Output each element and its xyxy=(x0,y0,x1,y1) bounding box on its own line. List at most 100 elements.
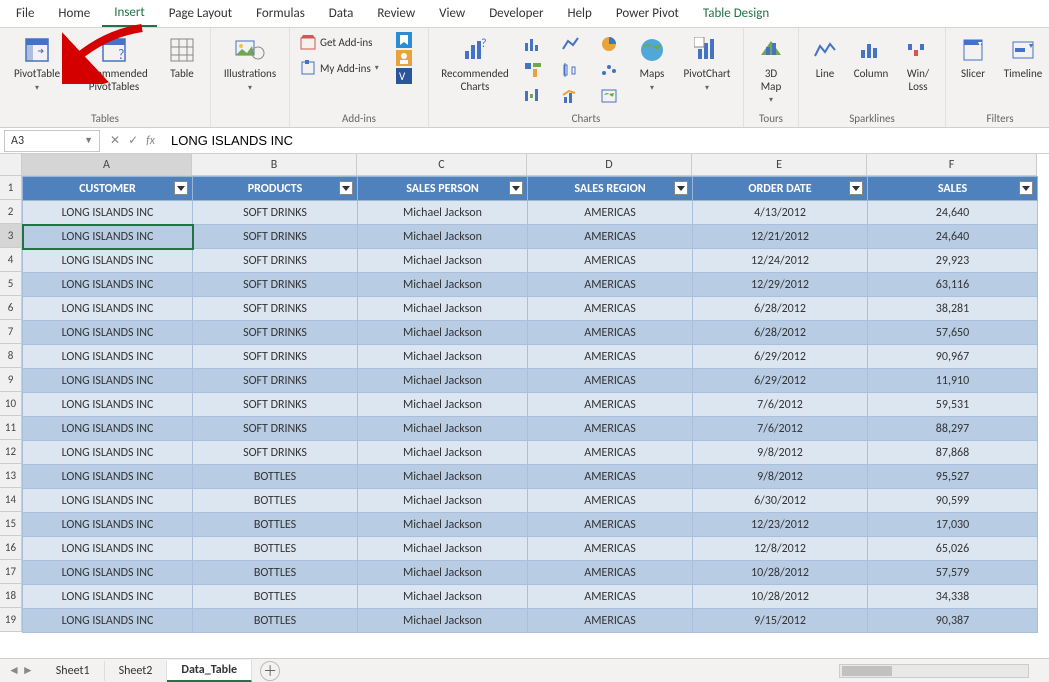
combo-chart-icon[interactable] xyxy=(557,84,585,108)
cell[interactable]: Michael Jackson xyxy=(358,369,528,393)
cell[interactable]: 95,527 xyxy=(868,465,1038,489)
cell[interactable]: Michael Jackson xyxy=(358,417,528,441)
cell[interactable]: LONG ISLANDS INC xyxy=(23,417,193,441)
name-box[interactable]: A3 ▼ xyxy=(4,130,100,152)
cell[interactable]: 12/24/2012 xyxy=(693,249,868,273)
pivotchart-button[interactable]: PivotChart ▾ xyxy=(677,32,737,93)
cell[interactable]: SOFT DRINKS xyxy=(193,345,358,369)
row-header[interactable]: 16 xyxy=(0,536,22,560)
tab-home[interactable]: Home xyxy=(46,1,102,26)
cell[interactable]: 10/28/2012 xyxy=(693,585,868,609)
column-header-F[interactable]: F xyxy=(867,154,1037,176)
cell[interactable]: 38,281 xyxy=(868,297,1038,321)
cell[interactable]: Michael Jackson xyxy=(358,537,528,561)
filter-dropdown-icon[interactable] xyxy=(339,181,353,195)
cell[interactable]: Michael Jackson xyxy=(358,225,528,249)
scrollbar-thumb[interactable] xyxy=(842,666,892,676)
cell[interactable]: Michael Jackson xyxy=(358,321,528,345)
cell[interactable]: 11,910 xyxy=(868,369,1038,393)
cell[interactable]: AMERICAS xyxy=(528,417,693,441)
cell[interactable]: LONG ISLANDS INC xyxy=(23,585,193,609)
cell[interactable]: Michael Jackson xyxy=(358,489,528,513)
row-header[interactable]: 10 xyxy=(0,392,22,416)
cell[interactable]: LONG ISLANDS INC xyxy=(23,201,193,225)
cell[interactable]: 6/28/2012 xyxy=(693,321,868,345)
sheet-nav-prev-icon[interactable]: ◄ xyxy=(8,663,20,678)
table-header[interactable]: CUSTOMER xyxy=(23,177,193,201)
tab-developer[interactable]: Developer xyxy=(477,1,555,26)
cell[interactable]: SOFT DRINKS xyxy=(193,441,358,465)
people-graph-icon[interactable] xyxy=(396,50,412,66)
cell[interactable]: LONG ISLANDS INC xyxy=(23,369,193,393)
cell[interactable]: SOFT DRINKS xyxy=(193,369,358,393)
row-header[interactable]: 12 xyxy=(0,440,22,464)
cell[interactable]: 10/28/2012 xyxy=(693,561,868,585)
column-header-B[interactable]: B xyxy=(192,154,357,176)
cell[interactable]: 9/8/2012 xyxy=(693,465,868,489)
cell[interactable]: Michael Jackson xyxy=(358,297,528,321)
cell[interactable]: LONG ISLANDS INC xyxy=(23,609,193,633)
row-header[interactable]: 18 xyxy=(0,584,22,608)
cell[interactable]: 4/13/2012 xyxy=(693,201,868,225)
row-header[interactable]: 7 xyxy=(0,320,22,344)
cell[interactable]: 63,116 xyxy=(868,273,1038,297)
row-header[interactable]: 15 xyxy=(0,512,22,536)
column-header-A[interactable]: A xyxy=(22,154,192,176)
cell[interactable]: LONG ISLANDS INC xyxy=(23,537,193,561)
pie-chart-icon[interactable] xyxy=(595,32,623,56)
cell[interactable]: 6/30/2012 xyxy=(693,489,868,513)
select-all-triangle[interactable] xyxy=(0,154,22,176)
cell[interactable]: SOFT DRINKS xyxy=(193,321,358,345)
cell[interactable]: Michael Jackson xyxy=(358,513,528,537)
column-header-E[interactable]: E xyxy=(692,154,867,176)
cell[interactable]: SOFT DRINKS xyxy=(193,297,358,321)
cell[interactable]: 7/6/2012 xyxy=(693,417,868,441)
cell[interactable]: LONG ISLANDS INC xyxy=(23,225,193,249)
row-header[interactable]: 1 xyxy=(0,176,22,200)
cancel-formula-icon[interactable]: ✕ xyxy=(110,133,120,148)
table-header[interactable]: ORDER DATE xyxy=(693,177,868,201)
sheet-tab-sheet2[interactable]: Sheet2 xyxy=(105,661,168,681)
cell[interactable]: SOFT DRINKS xyxy=(193,225,358,249)
my-addins-button[interactable]: My Add-ins ▾ xyxy=(296,58,383,78)
scatter-chart-icon[interactable] xyxy=(595,58,623,82)
cell[interactable]: AMERICAS xyxy=(528,273,693,297)
sheet-tab-sheet1[interactable]: Sheet1 xyxy=(42,661,105,681)
tab-pagelayout[interactable]: Page Layout xyxy=(157,1,244,26)
filter-dropdown-icon[interactable] xyxy=(509,181,523,195)
cell[interactable]: SOFT DRINKS xyxy=(193,249,358,273)
cell[interactable]: 12/8/2012 xyxy=(693,537,868,561)
cell[interactable]: LONG ISLANDS INC xyxy=(23,273,193,297)
illustrations-button[interactable]: Illustrations ▾ xyxy=(217,32,283,93)
sheet-tab-datatable[interactable]: Data_Table xyxy=(167,660,252,682)
row-header[interactable]: 14 xyxy=(0,488,22,512)
cell[interactable]: BOTTLES xyxy=(193,489,358,513)
maps-button[interactable]: Maps ▾ xyxy=(631,32,673,93)
cell[interactable]: Michael Jackson xyxy=(358,609,528,633)
row-header[interactable]: 17 xyxy=(0,560,22,584)
cell[interactable]: 90,599 xyxy=(868,489,1038,513)
cell[interactable]: AMERICAS xyxy=(528,513,693,537)
table-header[interactable]: PRODUCTS xyxy=(193,177,358,201)
cell[interactable]: LONG ISLANDS INC xyxy=(23,249,193,273)
sparkline-winloss-button[interactable]: Win/ Loss xyxy=(897,32,939,93)
cell[interactable]: SOFT DRINKS xyxy=(193,273,358,297)
row-header[interactable]: 6 xyxy=(0,296,22,320)
cell[interactable]: AMERICAS xyxy=(528,537,693,561)
cell[interactable]: BOTTLES xyxy=(193,513,358,537)
cell[interactable]: LONG ISLANDS INC xyxy=(23,465,193,489)
cell[interactable]: AMERICAS xyxy=(528,225,693,249)
tab-formulas[interactable]: Formulas xyxy=(244,1,317,26)
statistic-chart-icon[interactable] xyxy=(557,58,585,82)
row-header[interactable]: 8 xyxy=(0,344,22,368)
tab-insert[interactable]: Insert xyxy=(102,0,157,27)
cell[interactable]: SOFT DRINKS xyxy=(193,393,358,417)
cell[interactable]: 90,967 xyxy=(868,345,1038,369)
cell[interactable]: 34,338 xyxy=(868,585,1038,609)
table-button[interactable]: Table xyxy=(160,32,204,81)
cell[interactable]: AMERICAS xyxy=(528,369,693,393)
cell[interactable]: AMERICAS xyxy=(528,585,693,609)
filter-dropdown-icon[interactable] xyxy=(674,181,688,195)
cell[interactable]: LONG ISLANDS INC xyxy=(23,297,193,321)
cell[interactable]: 12/23/2012 xyxy=(693,513,868,537)
